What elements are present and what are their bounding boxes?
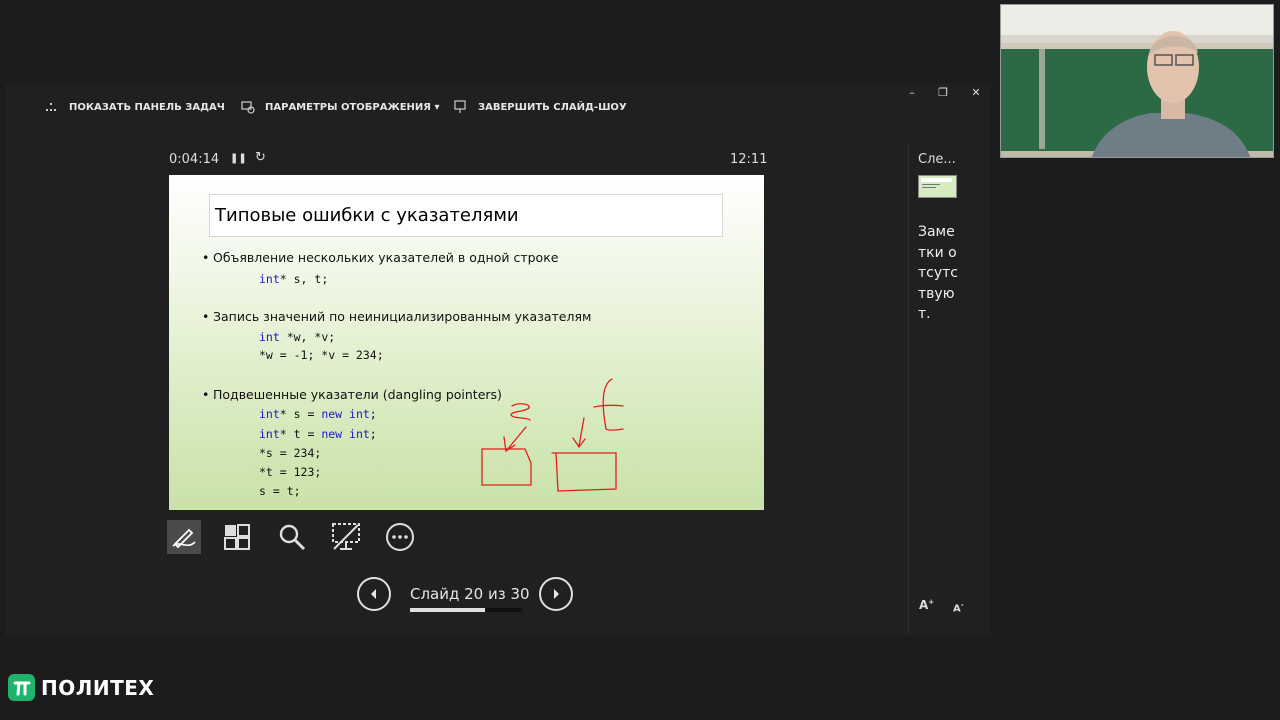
arrow-left-icon [371, 589, 376, 599]
decrease-font-button[interactable]: A- [953, 601, 964, 614]
ink-arrow-t [572, 417, 586, 449]
ink-box-t [551, 452, 617, 492]
current-slide[interactable]: Типовые ошибки с указателями Объявление … [169, 175, 764, 510]
show-taskbar-button[interactable]: ПОКАЗАТЬ ПАНЕЛЬ ЗАДАЧ [45, 100, 225, 114]
taskbar-icon [46, 103, 56, 111]
presenter-view: ПОКАЗАТЬ ПАНЕЛЬ ЗАДАЧ ПАРАМЕТРЫ ОТОБРАЖЕ… [5, 84, 990, 636]
increase-font-label: A [919, 598, 929, 612]
slide-progress-fill [410, 608, 485, 612]
pause-timer-button[interactable]: ❚❚ [230, 153, 247, 164]
reset-timer-button[interactable]: ↻ [255, 150, 266, 165]
politech-logo-mark [8, 674, 35, 701]
politech-logo: ПОЛИТЕХ [8, 674, 154, 701]
pen-icon [172, 528, 196, 549]
notes-side-panel: Сле... Заметки отсутствуют. A+ A- [908, 144, 979, 634]
next-slide-button[interactable] [539, 577, 573, 611]
black-screen-button[interactable] [329, 520, 363, 554]
magnifier-icon [279, 524, 306, 551]
ink-arrow-s [503, 426, 527, 453]
more-options-button[interactable] [383, 520, 417, 554]
arrow-right-icon [554, 589, 559, 599]
end-slideshow-button[interactable]: ЗАВЕРШИТЬ СЛАЙД-ШОУ [454, 100, 627, 114]
show-taskbar-label: ПОКАЗАТЬ ПАНЕЛЬ ЗАДАЧ [69, 101, 225, 113]
ink-letter-t [593, 378, 624, 431]
zoom-button[interactable] [275, 520, 309, 554]
speaker-notes: Заметки отсутствуют. [918, 224, 958, 322]
next-slide-label: Сле... [918, 152, 956, 167]
close-button[interactable]: ✕ [967, 86, 985, 99]
screen-off-icon [332, 523, 360, 550]
ink-box-s [481, 448, 532, 486]
slide-progress-bar [410, 608, 522, 612]
slide-counter[interactable]: Слайд 20 из 30 [410, 585, 530, 603]
politech-logo-text: ПОЛИТЕХ [41, 675, 155, 700]
end-slideshow-label: ЗАВЕРШИТЬ СЛАЙД-ШОУ [478, 101, 627, 113]
display-settings-icon [241, 101, 255, 114]
next-slide-thumbnail[interactable] [918, 175, 957, 198]
minimize-button[interactable]: – [903, 86, 921, 99]
elapsed-timer: 0:04:14 [169, 152, 220, 167]
display-settings-button[interactable]: ПАРАМЕТРЫ ОТОБРАЖЕНИЯ ▾ [241, 100, 439, 114]
ink-letter-s [510, 403, 531, 421]
decrease-font-label: A [953, 603, 961, 615]
previous-slide-button[interactable] [357, 577, 391, 611]
slides-grid-icon [224, 524, 250, 550]
end-slideshow-icon [454, 100, 466, 113]
more-icon [386, 523, 414, 551]
pen-tool-button[interactable] [167, 520, 201, 554]
webcam-video [1000, 4, 1274, 158]
display-settings-label: ПАРАМЕТРЫ ОТОБРАЖЕНИЯ ▾ [265, 101, 440, 113]
ink-annotations [481, 378, 624, 492]
restore-button[interactable]: ❐ [934, 86, 952, 99]
webcam-frame [1001, 5, 1273, 157]
see-all-slides-button[interactable] [221, 520, 255, 554]
pi-icon [13, 681, 30, 695]
increase-font-button[interactable]: A+ [919, 598, 934, 612]
clock: 12:11 [730, 152, 768, 167]
